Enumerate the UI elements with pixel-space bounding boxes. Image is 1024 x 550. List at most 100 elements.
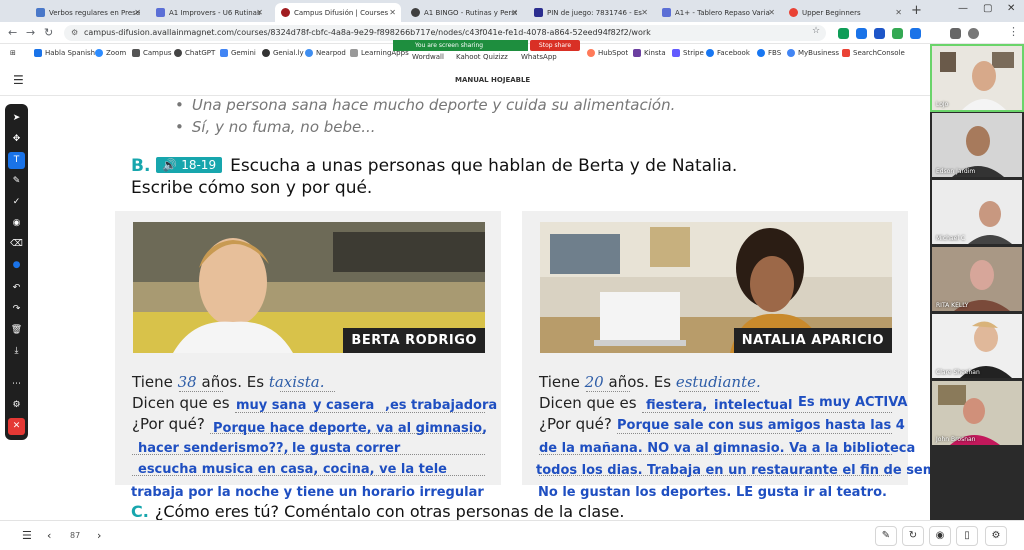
- page-number[interactable]: 87: [70, 531, 80, 540]
- participant-tile[interactable]: Clare Sheehan: [932, 314, 1022, 378]
- undo-icon[interactable]: ↶: [8, 280, 25, 297]
- bookmark[interactable]: WhatsApp: [521, 53, 557, 61]
- close-icon[interactable]: ✕: [256, 8, 263, 17]
- minimize-icon[interactable]: —: [958, 3, 968, 14]
- annotation-text[interactable]: de la mañana. NO va al gimnasio. Va a la…: [539, 441, 915, 456]
- settings-icon[interactable]: ⚙: [8, 397, 25, 414]
- bookmark[interactable]: MyBusiness: [787, 49, 839, 57]
- annotation-text[interactable]: fiestera,: [646, 398, 707, 413]
- annotation-text[interactable]: No le gustan los deportes.: [538, 485, 731, 500]
- close-window-icon[interactable]: ✕: [1007, 3, 1015, 14]
- bookmark-icon[interactable]: ▯: [956, 526, 978, 546]
- bookmark[interactable]: Stripe: [672, 49, 704, 57]
- text-tool-icon[interactable]: T: [8, 152, 25, 169]
- browser-tab[interactable]: A1+ - Tablero Repaso Variado ✕: [656, 3, 780, 22]
- bookmark[interactable]: Habla Spanish: [34, 49, 95, 57]
- extension-icon[interactable]: [910, 28, 921, 39]
- close-icon[interactable]: ✕: [895, 8, 902, 17]
- annotation-text[interactable]: muy sana: [236, 398, 306, 413]
- bookmark[interactable]: Facebook: [706, 49, 750, 57]
- prev-page-button[interactable]: ‹: [47, 529, 51, 542]
- participant-tile[interactable]: RITA KELLY: [932, 247, 1022, 311]
- audio-track-button[interactable]: 🔊 18-19: [156, 157, 223, 173]
- bookmark[interactable]: Kinsta: [633, 49, 666, 57]
- annotation-text[interactable]: todos los dias. Trabaja en un restaurant…: [536, 463, 930, 478]
- annotation-text[interactable]: intelectual: [714, 398, 792, 413]
- bookmark[interactable]: Campus: [132, 49, 172, 57]
- reload-icon[interactable]: ↻: [44, 26, 53, 39]
- pointer-icon[interactable]: ➤: [8, 110, 25, 127]
- close-icon[interactable]: ✕: [134, 8, 141, 17]
- extension-icon[interactable]: [838, 28, 849, 39]
- participant-tile[interactable]: Michael C: [932, 180, 1022, 244]
- bookmark[interactable]: Genial.ly: [262, 49, 304, 57]
- redo-icon[interactable]: ↷: [8, 301, 25, 318]
- download-icon[interactable]: ⤓: [8, 343, 25, 360]
- color-picker-icon[interactable]: ●: [8, 257, 25, 274]
- bookmark[interactable]: Quizizz: [483, 53, 508, 61]
- settings-icon[interactable]: ⚙: [985, 526, 1007, 546]
- close-icon[interactable]: ✕: [511, 8, 518, 17]
- annotation-text[interactable]: escucha musica en casa, cocina, ve la te…: [138, 462, 447, 477]
- browser-tab[interactable]: A1 Improvers - U6 Rutinas y Co✕: [150, 3, 268, 22]
- annotation-text[interactable]: ,es trabajadora: [385, 398, 497, 413]
- bookmark[interactable]: SearchConsole: [842, 49, 905, 57]
- move-icon[interactable]: ✥: [8, 131, 25, 148]
- bookmark-star-icon[interactable]: ☆: [812, 26, 820, 36]
- browser-tab[interactable]: Verbos regulares en Presente -✕: [30, 3, 146, 22]
- browser-tab[interactable]: Upper Beginners ✕: [783, 3, 907, 22]
- close-icon[interactable]: ✕: [389, 8, 396, 17]
- trash-icon[interactable]: 🗑: [8, 322, 25, 339]
- participant-tile[interactable]: LoJo: [930, 44, 1024, 112]
- annotation-text[interactable]: hacer senderismo??,: [138, 441, 289, 456]
- next-page-button[interactable]: ›: [97, 529, 101, 542]
- pen-icon[interactable]: ✎: [8, 173, 25, 190]
- annotation-text[interactable]: trabaja por la noche y tiene un horario …: [131, 485, 484, 500]
- apps-grid-icon[interactable]: ⊞: [10, 49, 16, 57]
- bookmark[interactable]: Wordwall: [412, 53, 444, 61]
- participant-tile[interactable]: Edson Jardim: [932, 113, 1022, 177]
- menu-icon[interactable]: ☰: [13, 73, 24, 87]
- annotation-text[interactable]: Porque hace deporte, va al gimnasio,: [213, 421, 487, 436]
- more-icon[interactable]: ⋯: [8, 376, 25, 393]
- annotation-text[interactable]: le gusta correr: [292, 441, 400, 456]
- profile-avatar-icon[interactable]: [968, 28, 979, 39]
- bookmark[interactable]: Zoom: [95, 49, 126, 57]
- stamp-icon[interactable]: ◉: [8, 215, 25, 232]
- list-icon[interactable]: ☰: [22, 529, 32, 542]
- url-input[interactable]: ⚙ campus-difusion.avallainmagnet.com/cou…: [64, 25, 826, 41]
- annotation-text[interactable]: LE gusta ir al teatro.: [736, 485, 887, 500]
- extension-icon[interactable]: [874, 28, 885, 39]
- eraser-icon[interactable]: ⌫: [8, 236, 25, 253]
- stop-share-button[interactable]: Stop share: [530, 40, 580, 51]
- bookmark[interactable]: ChatGPT: [174, 49, 215, 57]
- close-icon[interactable]: ✕: [8, 418, 25, 435]
- bookmark[interactable]: HubSpot: [587, 49, 628, 57]
- extension-icon[interactable]: [892, 28, 903, 39]
- check-icon[interactable]: ✓: [8, 194, 25, 211]
- new-tab-button[interactable]: +: [911, 3, 922, 18]
- refresh-icon[interactable]: ↻: [902, 526, 924, 546]
- extension-icon[interactable]: [856, 28, 867, 39]
- maximize-icon[interactable]: ▢: [983, 3, 992, 14]
- annotate-icon[interactable]: ✎: [875, 526, 897, 546]
- site-info-icon[interactable]: ⚙: [71, 25, 78, 41]
- annotation-text[interactable]: Es muy ACTIVA: [798, 395, 908, 410]
- browser-tab-active[interactable]: Campus Difusión | Courses ✕: [275, 3, 401, 22]
- annotation-text[interactable]: y casera: [313, 398, 374, 413]
- close-icon[interactable]: ✕: [768, 8, 775, 17]
- bookmark[interactable]: Nearpod: [305, 49, 346, 57]
- forward-icon[interactable]: →: [26, 26, 35, 39]
- bookmark[interactable]: Gemini: [220, 49, 256, 57]
- menu-dots-icon[interactable]: ⋮: [1008, 25, 1019, 38]
- bookmark[interactable]: FBS: [757, 49, 781, 57]
- close-icon[interactable]: ✕: [641, 8, 648, 17]
- participant-tile[interactable]: John Brosnan: [932, 381, 1022, 445]
- annotation-text[interactable]: Porque sale con sus amigos hasta las 4: [617, 418, 905, 433]
- view-icon[interactable]: ◉: [929, 526, 951, 546]
- bookmark[interactable]: Kahoot: [456, 53, 481, 61]
- back-icon[interactable]: ←: [8, 26, 17, 39]
- browser-tab[interactable]: PIN de juego: 7831746 - Espe ✕: [528, 3, 653, 22]
- browser-tab[interactable]: A1 BINGO - Rutinas y Personal✕: [405, 3, 523, 22]
- extensions-puzzle-icon[interactable]: [950, 28, 961, 39]
